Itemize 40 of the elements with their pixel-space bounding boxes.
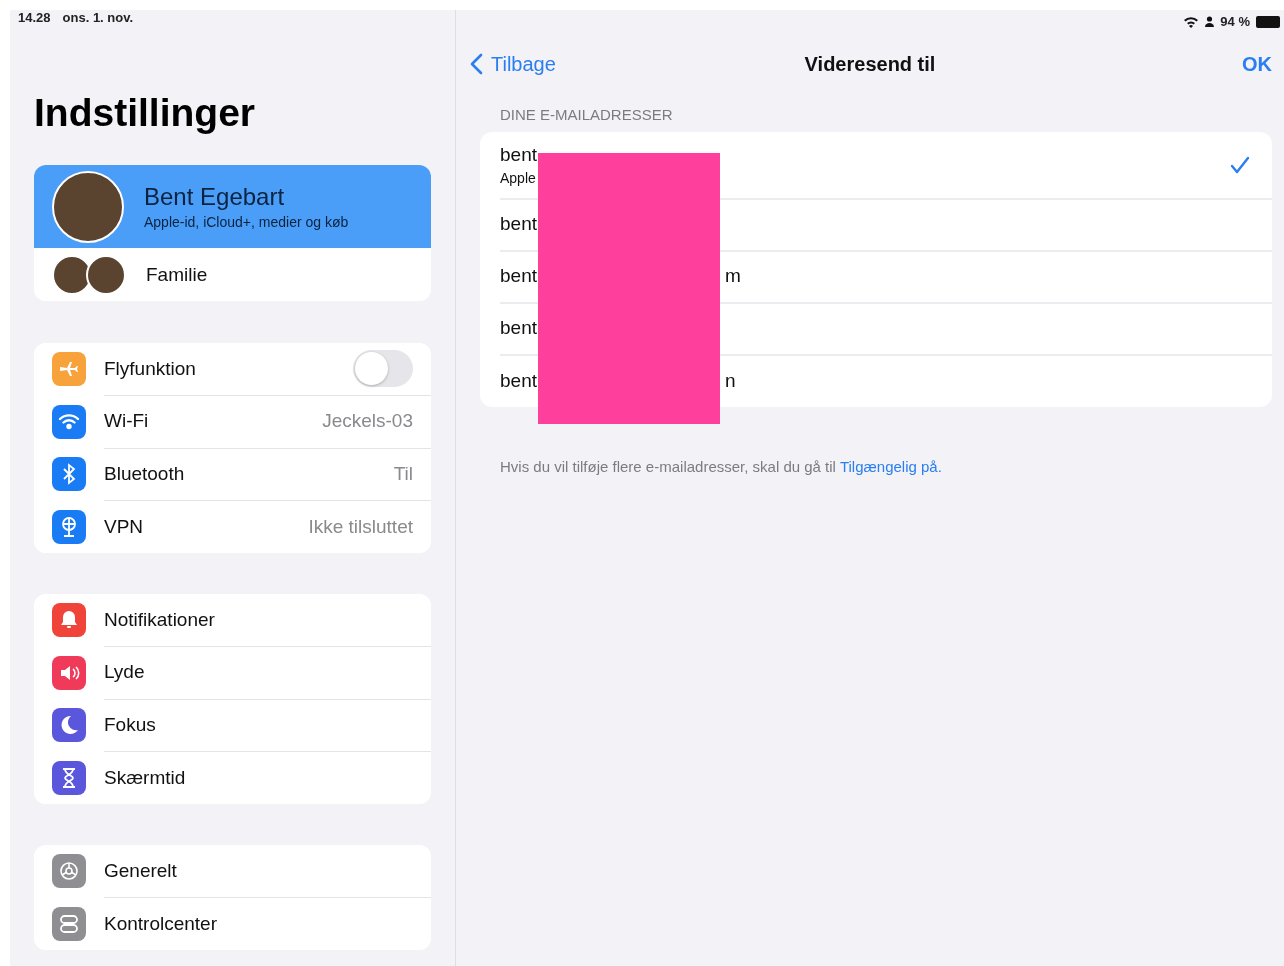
- profile-name: Bent Egebart: [144, 183, 286, 211]
- settings-label: Fokus: [104, 713, 156, 736]
- settings-value: Ikke tilsluttet: [308, 515, 413, 538]
- settings-label: Generelt: [104, 859, 177, 882]
- email-address-end: n: [725, 370, 736, 392]
- section-header: DINE E-MAILADRESSER: [500, 106, 674, 123]
- chevron-left-icon: [470, 53, 483, 75]
- settings-value: Til: [393, 462, 413, 485]
- settings-label: Flyfunktion: [104, 357, 196, 380]
- settings-label: Bluetooth: [104, 462, 185, 485]
- email-address-end: m: [725, 265, 741, 287]
- settings-label: Wi-Fi: [104, 410, 149, 433]
- back-button[interactable]: Tilbage: [470, 52, 556, 76]
- email-address: bent: [500, 265, 537, 287]
- nav-title: Videresend til: [804, 52, 936, 76]
- page-title: Indstillinger: [34, 91, 256, 135]
- settings-label: Lyde: [104, 661, 145, 684]
- battery-icon: [1256, 15, 1280, 28]
- email-item[interactable]: bent n: [480, 355, 1272, 407]
- settings-label: VPN: [104, 515, 144, 538]
- toggle-switch[interactable]: [353, 350, 413, 388]
- status-date: ons. 1. nov.: [62, 10, 134, 25]
- available-at-link[interactable]: Tilgængelig på.: [839, 458, 942, 475]
- settings-label: Notifikationer: [104, 608, 215, 631]
- settings-label: Kontrolcenter: [104, 912, 217, 935]
- wifi-icon: [1183, 15, 1200, 28]
- email-address: bent: [500, 143, 537, 166]
- footer-note: Hvis du vil tilføje flere e-mailadresser, skal du gå til Tilgængelig på.: [500, 458, 943, 475]
- email-address: bent: [500, 317, 537, 339]
- email-address: bent: [500, 370, 537, 392]
- status-time: 14.28: [18, 10, 51, 25]
- email-address: bent: [500, 213, 537, 235]
- ok-button[interactable]: OK: [1242, 52, 1272, 76]
- battery-percent: 94 %: [1220, 14, 1250, 29]
- profile-item[interactable]: Bent Egebart Apple-id, iCloud+, medier og køb: [34, 165, 431, 248]
- settings-value: Jeckels-03: [322, 410, 413, 433]
- email-subtitle: Apple: [500, 169, 537, 186]
- person-icon: [1205, 16, 1215, 27]
- settings-label: Skærmtid: [104, 766, 186, 789]
- profile-subtitle: Apple-id, iCloud+, medier og køb: [144, 214, 349, 230]
